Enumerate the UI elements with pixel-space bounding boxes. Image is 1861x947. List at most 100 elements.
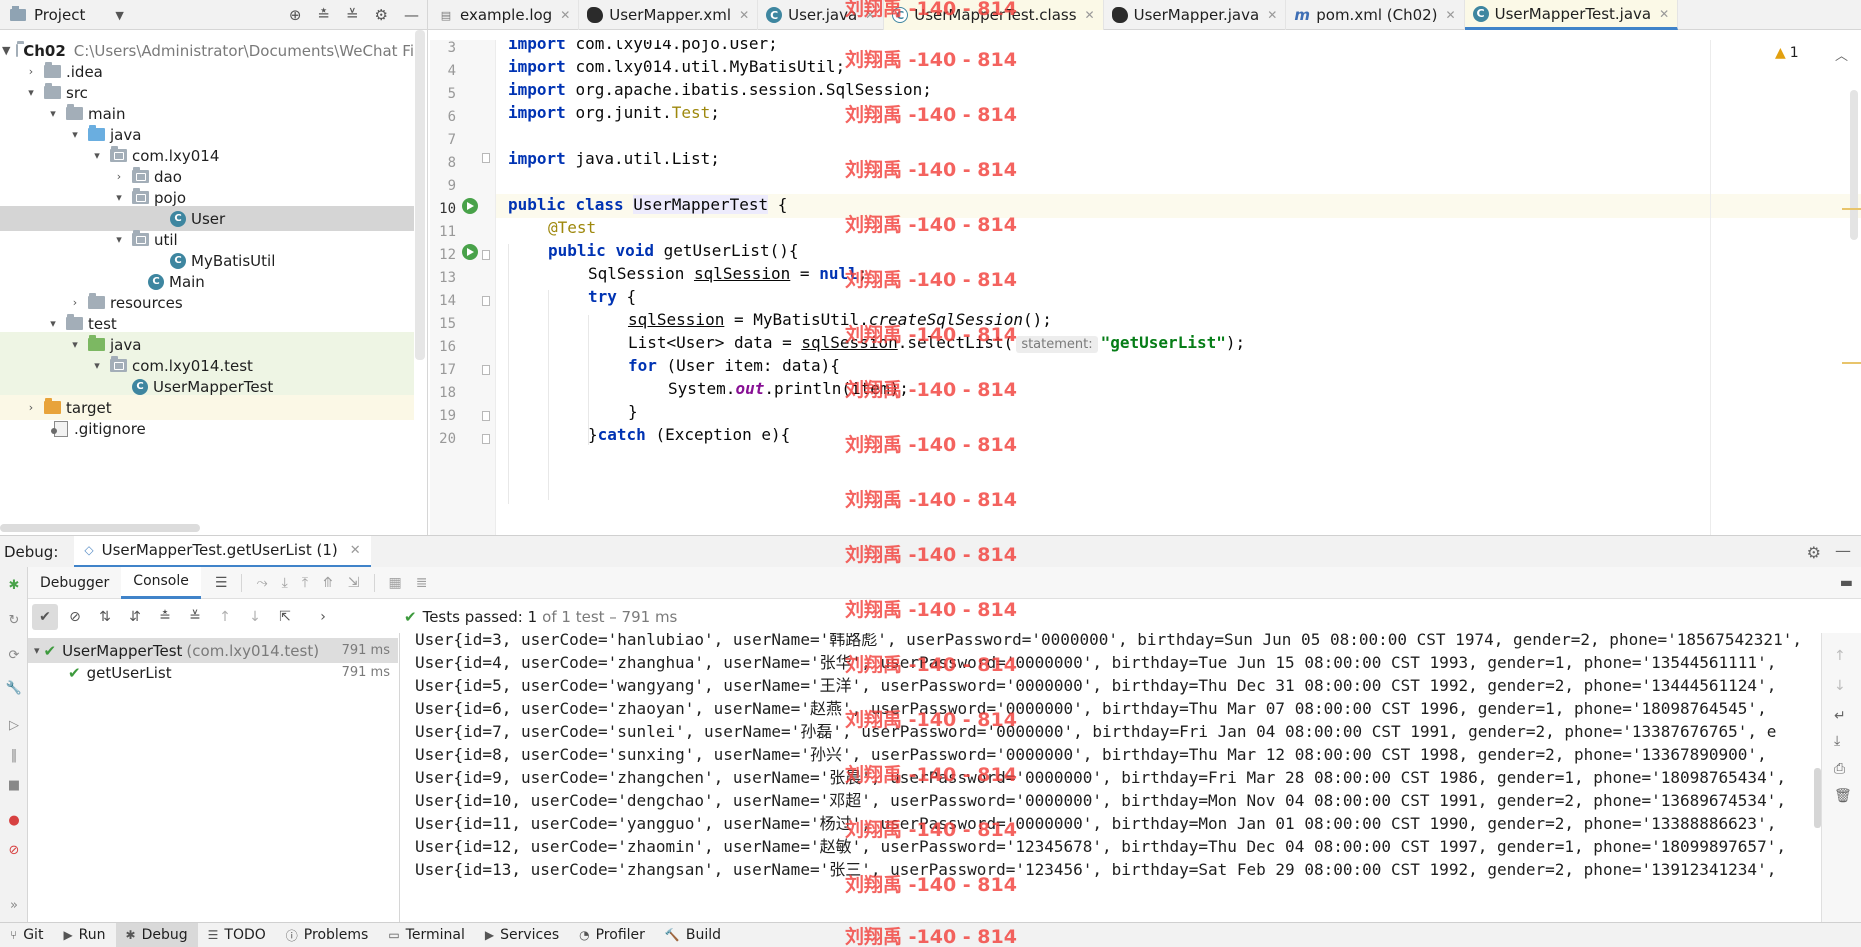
chevron-down-icon[interactable]: ▾ xyxy=(112,233,126,246)
print-icon[interactable]: ⎙ xyxy=(1834,761,1845,777)
expand-all-icon[interactable]: ≛ xyxy=(152,604,178,630)
fold-icon[interactable] xyxy=(482,434,490,444)
sort-by-duration-icon[interactable]: ⇵ xyxy=(122,604,148,630)
run-test-icon[interactable] xyxy=(462,244,478,260)
tab-console[interactable]: Console xyxy=(121,566,201,599)
tree-scrollbar[interactable] xyxy=(415,30,425,360)
locate-icon[interactable]: ⊕ xyxy=(289,6,302,24)
gear-icon[interactable]: ⚙ xyxy=(1807,543,1821,562)
scrollbar-marker[interactable] xyxy=(1842,362,1861,364)
expand-all-icon[interactable]: ≛ xyxy=(317,6,330,24)
close-icon[interactable]: ✕ xyxy=(1085,8,1095,22)
chevron-down-icon[interactable]: ▾ xyxy=(68,338,82,351)
tab-example-log[interactable]: ▤ example.log ✕ xyxy=(430,0,580,30)
chevron-down-icon[interactable]: ▾ xyxy=(68,128,82,141)
arrow-up-icon[interactable]: ↑ xyxy=(1834,648,1846,664)
tab-usermappertest-java[interactable]: C UserMapperTest.java ✕ xyxy=(1464,0,1679,30)
terminal-button[interactable]: ▭ Terminal xyxy=(378,923,475,947)
minimize-icon[interactable]: — xyxy=(404,6,419,24)
close-icon[interactable]: ✕ xyxy=(1446,8,1456,22)
close-icon[interactable]: ✕ xyxy=(350,543,361,558)
sort-alphabetically-icon[interactable]: ⇅ xyxy=(92,604,118,630)
gear-icon[interactable]: ⚙ xyxy=(375,6,388,24)
show-ignored-icon[interactable]: ⊘ xyxy=(62,604,88,630)
close-icon[interactable]: ✕ xyxy=(1267,8,1277,22)
fold-icon[interactable] xyxy=(482,296,490,306)
tab-usermapper-xml[interactable]: UserMapper.xml ✕ xyxy=(579,0,759,30)
toggle-auto-test-icon[interactable]: ⟳ xyxy=(6,647,22,663)
close-icon[interactable]: ✕ xyxy=(560,8,570,22)
trace-icon[interactable]: ≣ xyxy=(416,575,428,591)
view-breakpoints-icon[interactable]: ● xyxy=(6,812,22,828)
debug-button[interactable]: ✱ Debug xyxy=(115,922,198,947)
close-icon[interactable]: ✕ xyxy=(739,8,749,22)
chevron-down-icon[interactable]: ▾ xyxy=(34,644,40,657)
problems-button[interactable]: ⓘ Problems xyxy=(276,923,379,947)
chevron-down-icon[interactable]: ▼ xyxy=(115,9,123,22)
fold-icon[interactable] xyxy=(482,365,490,375)
chevron-down-icon[interactable]: ▾ xyxy=(90,359,104,372)
step-over-icon[interactable]: ⤓ xyxy=(282,575,288,591)
rerun-debug-icon[interactable]: ✱ xyxy=(6,577,22,593)
chevron-down-icon[interactable]: ▾ xyxy=(46,317,60,330)
collapse-all-icon[interactable]: ≚ xyxy=(182,604,208,630)
menu-icon[interactable]: ☰ xyxy=(215,575,228,591)
tree-item-gitignore[interactable]: .gitignore xyxy=(0,416,414,441)
step-into-icon[interactable]: ⤒ xyxy=(302,575,308,591)
step-out-icon[interactable]: ⤊ xyxy=(322,575,334,591)
todo-button[interactable]: ☰ TODO xyxy=(198,923,276,947)
tab-user-java[interactable]: C User.java ✕ xyxy=(758,0,885,30)
chevron-right-icon[interactable]: › xyxy=(24,65,38,78)
profiler-button[interactable]: ◔ Profiler xyxy=(569,923,655,947)
console-output[interactable]: User{id=3, userCode='hanlubiao', userNam… xyxy=(401,633,1821,923)
next-failed-icon[interactable]: ↓ xyxy=(242,604,268,630)
project-view-selector[interactable]: Project xyxy=(34,6,85,24)
chevron-down-icon[interactable]: ▾ xyxy=(112,191,126,204)
tab-debugger[interactable]: Debugger xyxy=(28,567,121,599)
close-icon[interactable]: ✕ xyxy=(1659,7,1669,21)
console-scrollbar[interactable] xyxy=(1814,768,1821,828)
chevron-down-icon[interactable]: ▾ xyxy=(24,86,38,99)
pause-icon[interactable]: ‖ xyxy=(6,747,22,763)
debug-session-tab[interactable]: ◇ UserMapperTest.getUserList (1) ✕ xyxy=(74,535,371,568)
run-to-cursor-icon[interactable]: ⇲ xyxy=(348,575,360,591)
fold-icon[interactable] xyxy=(482,250,490,260)
resume-icon[interactable]: ▷ xyxy=(6,717,22,733)
stop-icon[interactable]: ■ xyxy=(6,777,22,793)
arrow-down-icon[interactable]: ↓ xyxy=(1834,678,1846,694)
trash-icon[interactable]: 🗑 xyxy=(1834,788,1852,804)
chevron-down-icon[interactable]: ▾ xyxy=(90,149,104,162)
show-passed-icon[interactable]: ✔ xyxy=(32,603,58,630)
minimize-icon[interactable]: — xyxy=(1835,541,1851,560)
fold-icon[interactable] xyxy=(482,153,490,163)
chevron-down-icon[interactable]: ▼ xyxy=(2,44,10,57)
chevron-right-icon[interactable]: › xyxy=(68,296,82,309)
chevron-down-icon[interactable]: ▾ xyxy=(46,107,60,120)
close-icon[interactable]: ✕ xyxy=(865,8,875,22)
build-button[interactable]: 🔨 Build xyxy=(655,923,731,947)
tab-usermapper-java[interactable]: UserMapper.java ✕ xyxy=(1104,0,1287,30)
run-test-icon[interactable] xyxy=(462,198,478,214)
chevron-right-icon[interactable]: › xyxy=(24,401,38,414)
inspection-widget[interactable]: ▲ 1 xyxy=(1775,45,1799,61)
tab-usermappertest-class[interactable]: C UserMapperTest.class ✕ xyxy=(884,0,1104,30)
scrollbar-marker[interactable] xyxy=(1842,208,1861,210)
git-button[interactable]: ⑂ Git xyxy=(0,923,53,947)
collapse-all-icon[interactable]: ≚ xyxy=(346,6,359,24)
previous-failed-icon[interactable]: ↑ xyxy=(212,604,238,630)
wrench-icon[interactable]: 🔧 xyxy=(6,680,22,696)
mute-breakpoints-icon[interactable]: ⊘ xyxy=(6,842,22,858)
run-button[interactable]: ▶ Run xyxy=(53,923,115,947)
soft-wrap-icon[interactable]: ↵ xyxy=(1834,708,1846,724)
show-execution-point-icon[interactable]: ⤳ xyxy=(256,575,267,591)
tab-pom-xml[interactable]: m pom.xml (Ch02) ✕ xyxy=(1286,0,1465,30)
evaluate-expression-icon[interactable]: ▦ xyxy=(389,575,402,591)
code-editor[interactable]: 3 4 5 6 7 8 9 10 11 12 13 14 15 16 17 18… xyxy=(430,40,1861,535)
chevron-up-icon[interactable]: ︿ xyxy=(1835,45,1848,64)
editor-scrollbar[interactable] xyxy=(1850,90,1858,240)
import-tests-icon[interactable]: ⇱ xyxy=(272,604,298,630)
scroll-to-end-icon[interactable]: ⤓ xyxy=(1834,733,1840,749)
services-button[interactable]: ▶ Services xyxy=(475,923,569,947)
rerun-failed-icon[interactable]: ↻ xyxy=(6,612,22,628)
layout-settings-icon[interactable]: ▬ xyxy=(1840,575,1853,591)
